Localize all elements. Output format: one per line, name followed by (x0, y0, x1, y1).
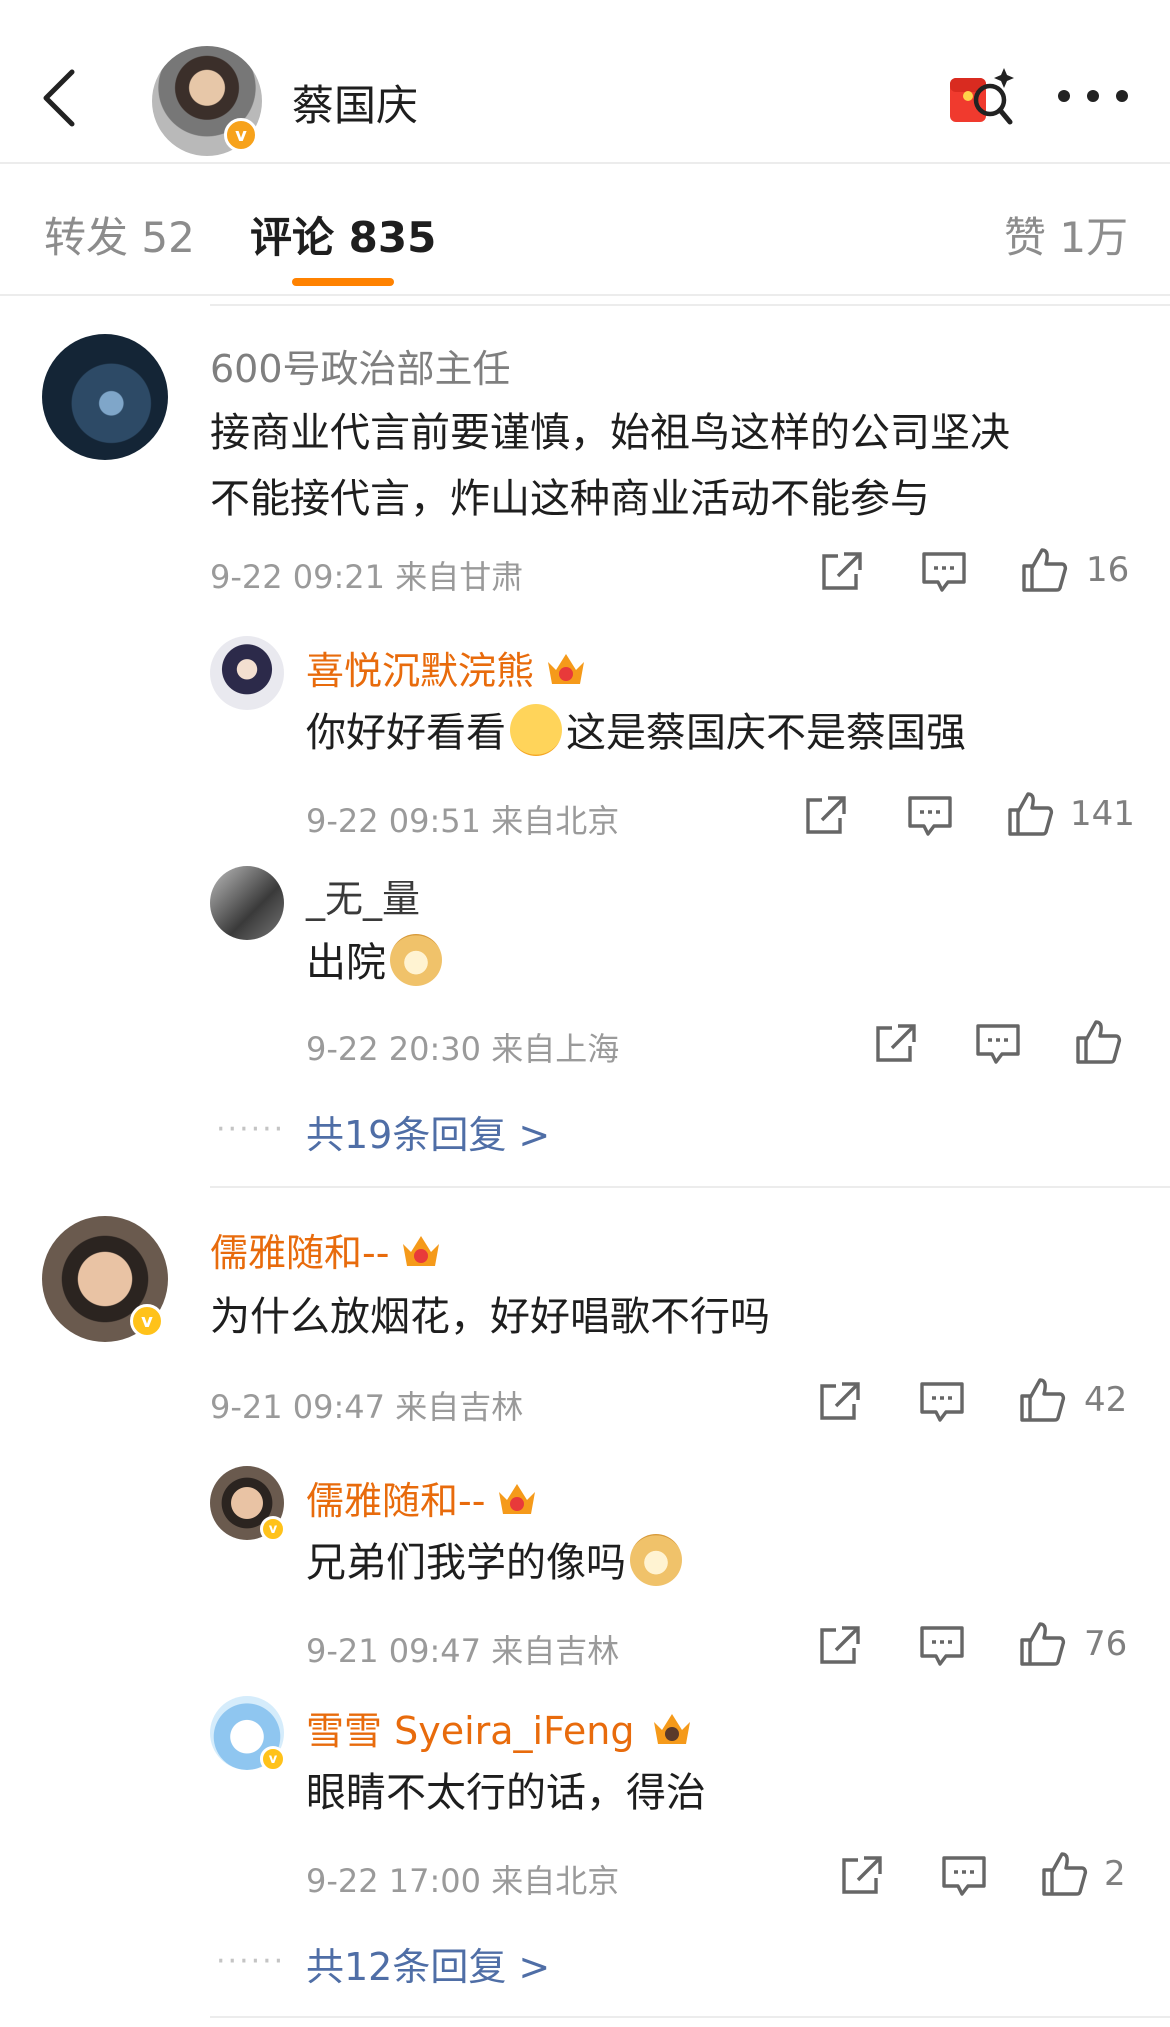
reply-meta: 9-22 09:51 来自北京 (306, 802, 620, 840)
red-envelope-search-icon[interactable] (946, 64, 1016, 130)
crying-emoji-icon (510, 704, 562, 756)
divider (210, 2016, 1170, 2018)
like-icon[interactable] (1040, 1850, 1088, 1898)
share-icon[interactable] (818, 548, 866, 596)
comment-meta: 9-21 09:47 来自吉林 (210, 1388, 524, 1426)
like-icon[interactable] (1020, 546, 1068, 594)
like-count: 2 (1104, 1854, 1126, 1894)
reply-username[interactable]: 喜悦沉默浣熊 (306, 640, 588, 695)
share-icon[interactable] (816, 1622, 864, 1670)
share-icon[interactable] (872, 1020, 920, 1068)
reply-text: 眼睛不太行的话，得治 (306, 1760, 706, 1826)
comment-icon[interactable] (974, 1020, 1022, 1068)
header-avatar[interactable]: v (152, 46, 262, 156)
like-icon[interactable] (1006, 790, 1054, 838)
avatar[interactable]: v (42, 1216, 168, 1342)
like-icon[interactable] (1018, 1376, 1066, 1424)
tab-reposts[interactable]: 转发 52 (44, 204, 195, 265)
reply-text-a: 眼睛不太行的话，得治 (306, 1770, 706, 1816)
reply-text-a: 兄弟们我学的像吗 (306, 1540, 626, 1586)
comment-text-line-1: 接商业代言前要谨慎，始祖鸟这样的公司坚决 (210, 410, 1010, 456)
comment-username-text[interactable]: 儒雅随和-- (210, 1222, 389, 1277)
reply-text-a: 你好好看看 (306, 710, 506, 756)
header-title[interactable]: 蔡国庆 (292, 72, 418, 133)
comment-icon[interactable] (920, 548, 968, 596)
like-count: 16 (1086, 550, 1130, 590)
crown-badge-icon (654, 1713, 691, 1744)
comment-icon[interactable] (918, 1378, 966, 1426)
comment-icon[interactable] (918, 1622, 966, 1670)
like-icon[interactable] (1018, 1620, 1066, 1668)
share-icon[interactable] (802, 792, 850, 840)
verified-icon: v (224, 118, 258, 152)
verified-icon: v (260, 1516, 286, 1542)
reply-meta: 9-21 09:47 来自吉林 (306, 1632, 620, 1670)
comment-text-line-1: 为什么放烟花，好好唱歌不行吗 (210, 1294, 770, 1340)
top-bar: v 蔡国庆 (0, 0, 1170, 164)
reply-username-text[interactable]: 喜悦沉默浣熊 (306, 640, 534, 695)
comment-text-line-2: 不能接代言，炸山这种商业活动不能参与 (210, 476, 930, 522)
avatar[interactable]: v (210, 1466, 286, 1542)
reply-text-b: 这是蔡国庆不是蔡国强 (566, 710, 966, 756)
comment-meta: 9-22 09:21 来自甘肃 (210, 558, 524, 596)
thread-dots: ······ (216, 1944, 286, 1979)
like-icon[interactable] (1074, 1018, 1122, 1066)
reply-text-a: 出院 (306, 940, 386, 986)
crown-badge-icon (499, 1483, 536, 1514)
avatar[interactable] (210, 636, 284, 710)
divider (210, 304, 1170, 306)
avatar[interactable] (210, 866, 284, 940)
view-replies-link[interactable]: 共12条回复 > (306, 1936, 550, 1991)
reply-meta: 9-22 20:30 来自上海 (306, 1030, 620, 1068)
reply-text: 你好好看看 这是蔡国庆不是蔡国强 (306, 700, 966, 766)
comment-username[interactable]: 600号政治部主任 (210, 338, 511, 393)
comment-icon[interactable] (906, 792, 954, 840)
comment-username[interactable]: 儒雅随和-- (210, 1222, 443, 1277)
comment-icon[interactable] (940, 1852, 988, 1900)
tab-comments[interactable]: 评论 835 (250, 204, 436, 265)
like-count: 42 (1084, 1380, 1128, 1420)
reply-meta: 9-22 17:00 来自北京 (306, 1862, 620, 1900)
reply-text: 兄弟们我学的像吗 (306, 1530, 686, 1596)
reply-username[interactable]: 雪雪 Syeira_iFeng (306, 1700, 700, 1755)
share-icon[interactable] (838, 1852, 886, 1900)
share-icon[interactable] (816, 1378, 864, 1426)
more-icon[interactable] (1058, 78, 1128, 114)
avatar[interactable]: v (210, 1696, 286, 1772)
avatar[interactable] (42, 334, 168, 460)
tab-bar: 转发 52 评论 835 赞 1万 (0, 166, 1170, 296)
reply-text: 出院 (306, 930, 446, 996)
reply-username-text[interactable]: 雪雪 Syeira_iFeng (306, 1700, 634, 1755)
doge-emoji-icon (390, 934, 442, 986)
verified-icon: v (260, 1746, 286, 1772)
reply-username-text[interactable]: 儒雅随和-- (306, 1470, 485, 1525)
like-count: 141 (1070, 794, 1135, 834)
reply-username[interactable]: 儒雅随和-- (306, 1470, 539, 1525)
thread-dots: ······ (216, 1112, 286, 1147)
tab-likes[interactable]: 赞 1万 (1004, 204, 1128, 265)
back-arrow-icon[interactable] (28, 60, 88, 136)
view-replies-link[interactable]: 共19条回复 > (306, 1104, 550, 1159)
reply-username[interactable]: _无_量 (306, 868, 420, 923)
verified-icon: v (130, 1304, 164, 1338)
divider (210, 1186, 1170, 1188)
crown-badge-icon (548, 653, 585, 684)
like-count: 76 (1084, 1624, 1128, 1664)
tab-active-indicator (292, 278, 394, 286)
doge-emoji-icon (630, 1534, 682, 1586)
crown-badge-icon (403, 1235, 440, 1266)
